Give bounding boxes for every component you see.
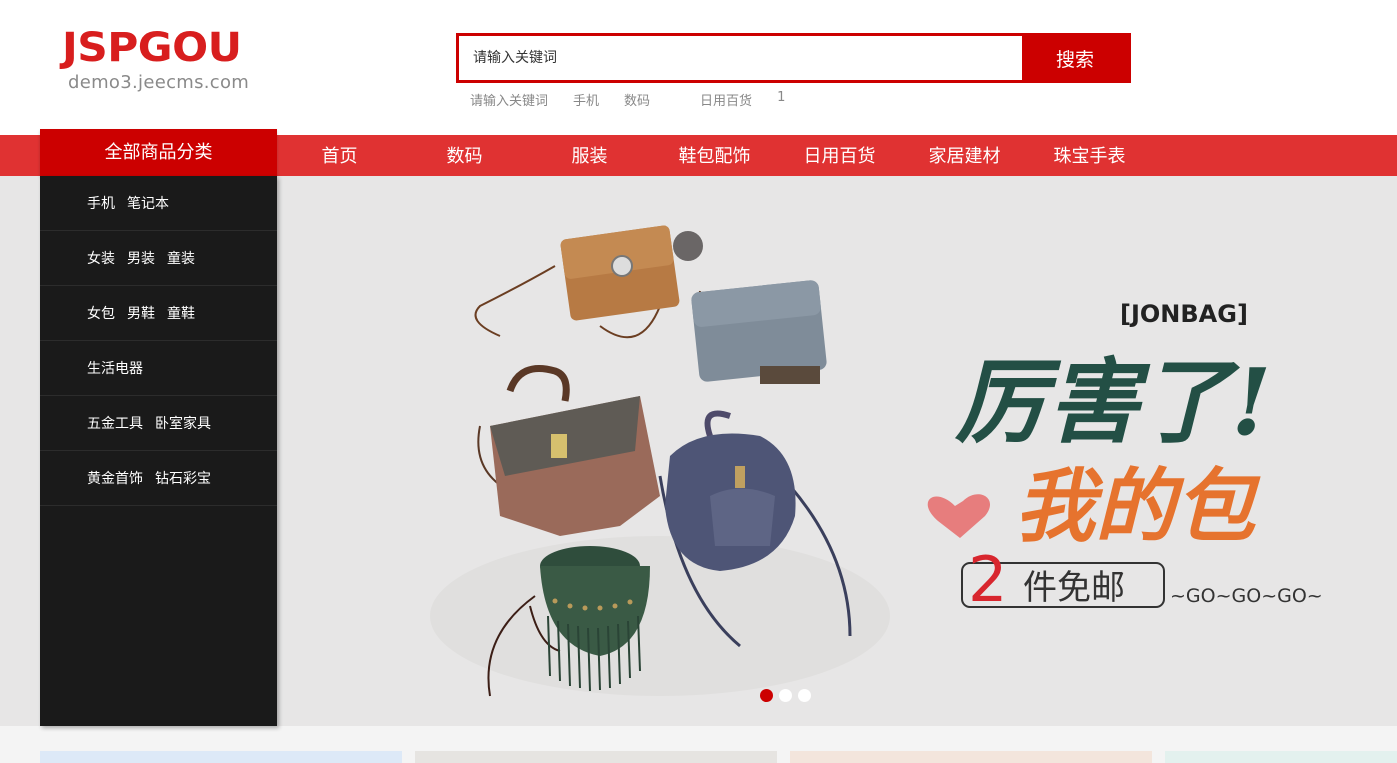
hot-word-link[interactable]: 手机 [573,90,599,109]
tan-bag-image [474,225,703,339]
nav-item-clothing[interactable]: 服装 [527,135,652,176]
heart-doodle [927,494,991,538]
nav-item-jewelry[interactable]: 珠宝手表 [1027,135,1152,176]
banner-pagination [760,689,817,702]
hot-search-words: 请输入关键词 手机 数码 日用百货 1 [470,90,810,109]
category-link[interactable]: 手机 [87,193,115,213]
banner-tagline: ~GO~GO~GO~ [1170,585,1323,607]
site-header: JSPGOU demo3.jeecms.com 搜索 请输入关键词 手机 数码 … [0,0,1397,135]
nav-item-daily-goods[interactable]: 日用百货 [777,135,902,176]
category-link[interactable]: 五金工具 [87,413,143,433]
category-row: 手机 笔记本 [40,176,277,231]
site-logo[interactable]: JSPGOU demo3.jeecms.com [62,28,262,98]
category-link[interactable]: 女包 [87,303,115,323]
category-link[interactable]: 童装 [167,248,195,268]
promo-card[interactable] [415,751,777,763]
category-sidebar: 手机 笔记本 女装 男装 童装 女包 男鞋 童鞋 生活电器 五金工具 卧室家具 … [40,176,277,726]
category-link[interactable]: 卧室家具 [155,413,211,433]
logo-text: JSPGOU [62,25,242,71]
category-row: 黄金首饰 钻石彩宝 [40,451,277,506]
search-bar: 搜索 [456,33,1131,83]
promo-card[interactable] [790,751,1152,763]
grey-bag-image [691,280,827,384]
category-link[interactable]: 男装 [127,248,155,268]
nav-item-home-building[interactable]: 家居建材 [902,135,1027,176]
nav-item-home[interactable]: 首页 [277,135,402,176]
search-input[interactable] [459,36,1025,80]
banner-headline-2: 我的包 [1015,459,1261,553]
category-link[interactable]: 钻石彩宝 [155,468,211,488]
category-link[interactable]: 黄金首饰 [87,468,143,488]
promo-card[interactable] [1165,751,1397,763]
hot-word-link[interactable]: 日用百货 [700,90,752,109]
slide-dot-1[interactable] [760,689,773,702]
category-row: 女装 男装 童装 [40,231,277,286]
category-link[interactable]: 女装 [87,248,115,268]
banner-headline-1: 厉害了! [954,348,1271,456]
hot-word-link[interactable]: 数码 [624,90,650,109]
logo-domain: demo3.jeecms.com [68,72,250,93]
brown-bag-image [477,365,660,536]
category-link[interactable]: 男鞋 [127,303,155,323]
hot-word-link[interactable]: 请输入关键词 [470,90,548,109]
offer-text: 件免邮 [1023,568,1125,608]
nav-items: 首页 数码 服装 鞋包配饰 日用百货 家居建材 珠宝手表 [277,135,1152,176]
category-link[interactable]: 生活电器 [87,358,143,378]
promo-card[interactable] [40,751,402,763]
search-button[interactable]: 搜索 [1022,36,1128,80]
category-link[interactable]: 笔记本 [127,193,169,213]
slide-dot-2[interactable] [779,689,792,702]
hot-word-link[interactable]: 1 [777,90,785,108]
nav-item-digital[interactable]: 数码 [402,135,527,176]
category-row: 女包 男鞋 童鞋 [40,286,277,341]
category-row: 生活电器 [40,341,277,396]
banner-brand: [JONBAG] [1120,300,1248,328]
offer-number: 2 [968,543,1007,616]
category-link[interactable]: 童鞋 [167,303,195,323]
category-row: 五金工具 卧室家具 [40,396,277,451]
all-categories-header[interactable]: 全部商品分类 [40,129,277,176]
slide-dot-3[interactable] [798,689,811,702]
nav-item-bags-shoes[interactable]: 鞋包配饰 [652,135,777,176]
